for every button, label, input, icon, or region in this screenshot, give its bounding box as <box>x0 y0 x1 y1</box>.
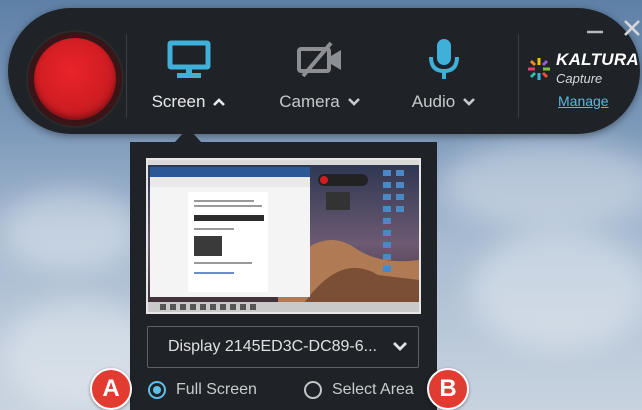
screen-preview-thumbnail[interactable] <box>146 158 421 314</box>
full-screen-option[interactable]: Full Screen <box>148 381 257 399</box>
microphone-icon <box>394 34 494 86</box>
full-screen-radio[interactable] <box>148 381 166 399</box>
camera-source-button[interactable]: Camera <box>270 34 370 112</box>
toolbar-divider <box>518 34 519 118</box>
callout-b: B <box>427 368 469 410</box>
audio-source-button[interactable]: Audio <box>394 34 494 112</box>
close-icon[interactable] <box>622 18 642 38</box>
display-select[interactable]: Display 2145ED3C-DC89-6... <box>147 326 419 368</box>
minimize-icon[interactable] <box>586 20 604 38</box>
desktop-preview-image <box>148 160 419 312</box>
chevron-down-icon <box>347 98 360 106</box>
screen-source-button[interactable]: Screen <box>139 34 239 112</box>
select-area-option[interactable]: Select Area <box>304 381 414 399</box>
camera-off-icon <box>270 34 370 86</box>
toolbar-divider <box>126 34 127 118</box>
manage-link[interactable]: Manage <box>558 93 609 109</box>
monitor-icon <box>139 34 239 86</box>
select-area-radio[interactable] <box>304 381 322 399</box>
capture-toolbar: Screen Camera Audio KALTURA Capture <box>8 8 640 134</box>
screen-label: Screen <box>151 92 206 111</box>
chevron-down-icon <box>463 98 476 106</box>
brand-name: KALTURA <box>556 50 639 69</box>
callout-a: A <box>90 368 132 410</box>
brand-product: Capture <box>556 71 603 86</box>
select-area-label: Select Area <box>332 381 414 398</box>
screen-options-panel: Display 2145ED3C-DC89-6... Full Screen S… <box>130 142 437 410</box>
kaltura-logo-icon <box>528 58 550 80</box>
record-button[interactable] <box>34 38 116 120</box>
full-screen-label: Full Screen <box>176 381 257 398</box>
kaltura-brand: KALTURA Capture <box>526 50 639 120</box>
chevron-up-icon <box>213 98 226 106</box>
camera-label: Camera <box>279 92 340 111</box>
chevron-down-icon <box>393 342 407 351</box>
audio-label: Audio <box>411 92 456 111</box>
display-select-value: Display 2145ED3C-DC89-6... <box>168 338 377 355</box>
panel-caret <box>174 128 202 143</box>
